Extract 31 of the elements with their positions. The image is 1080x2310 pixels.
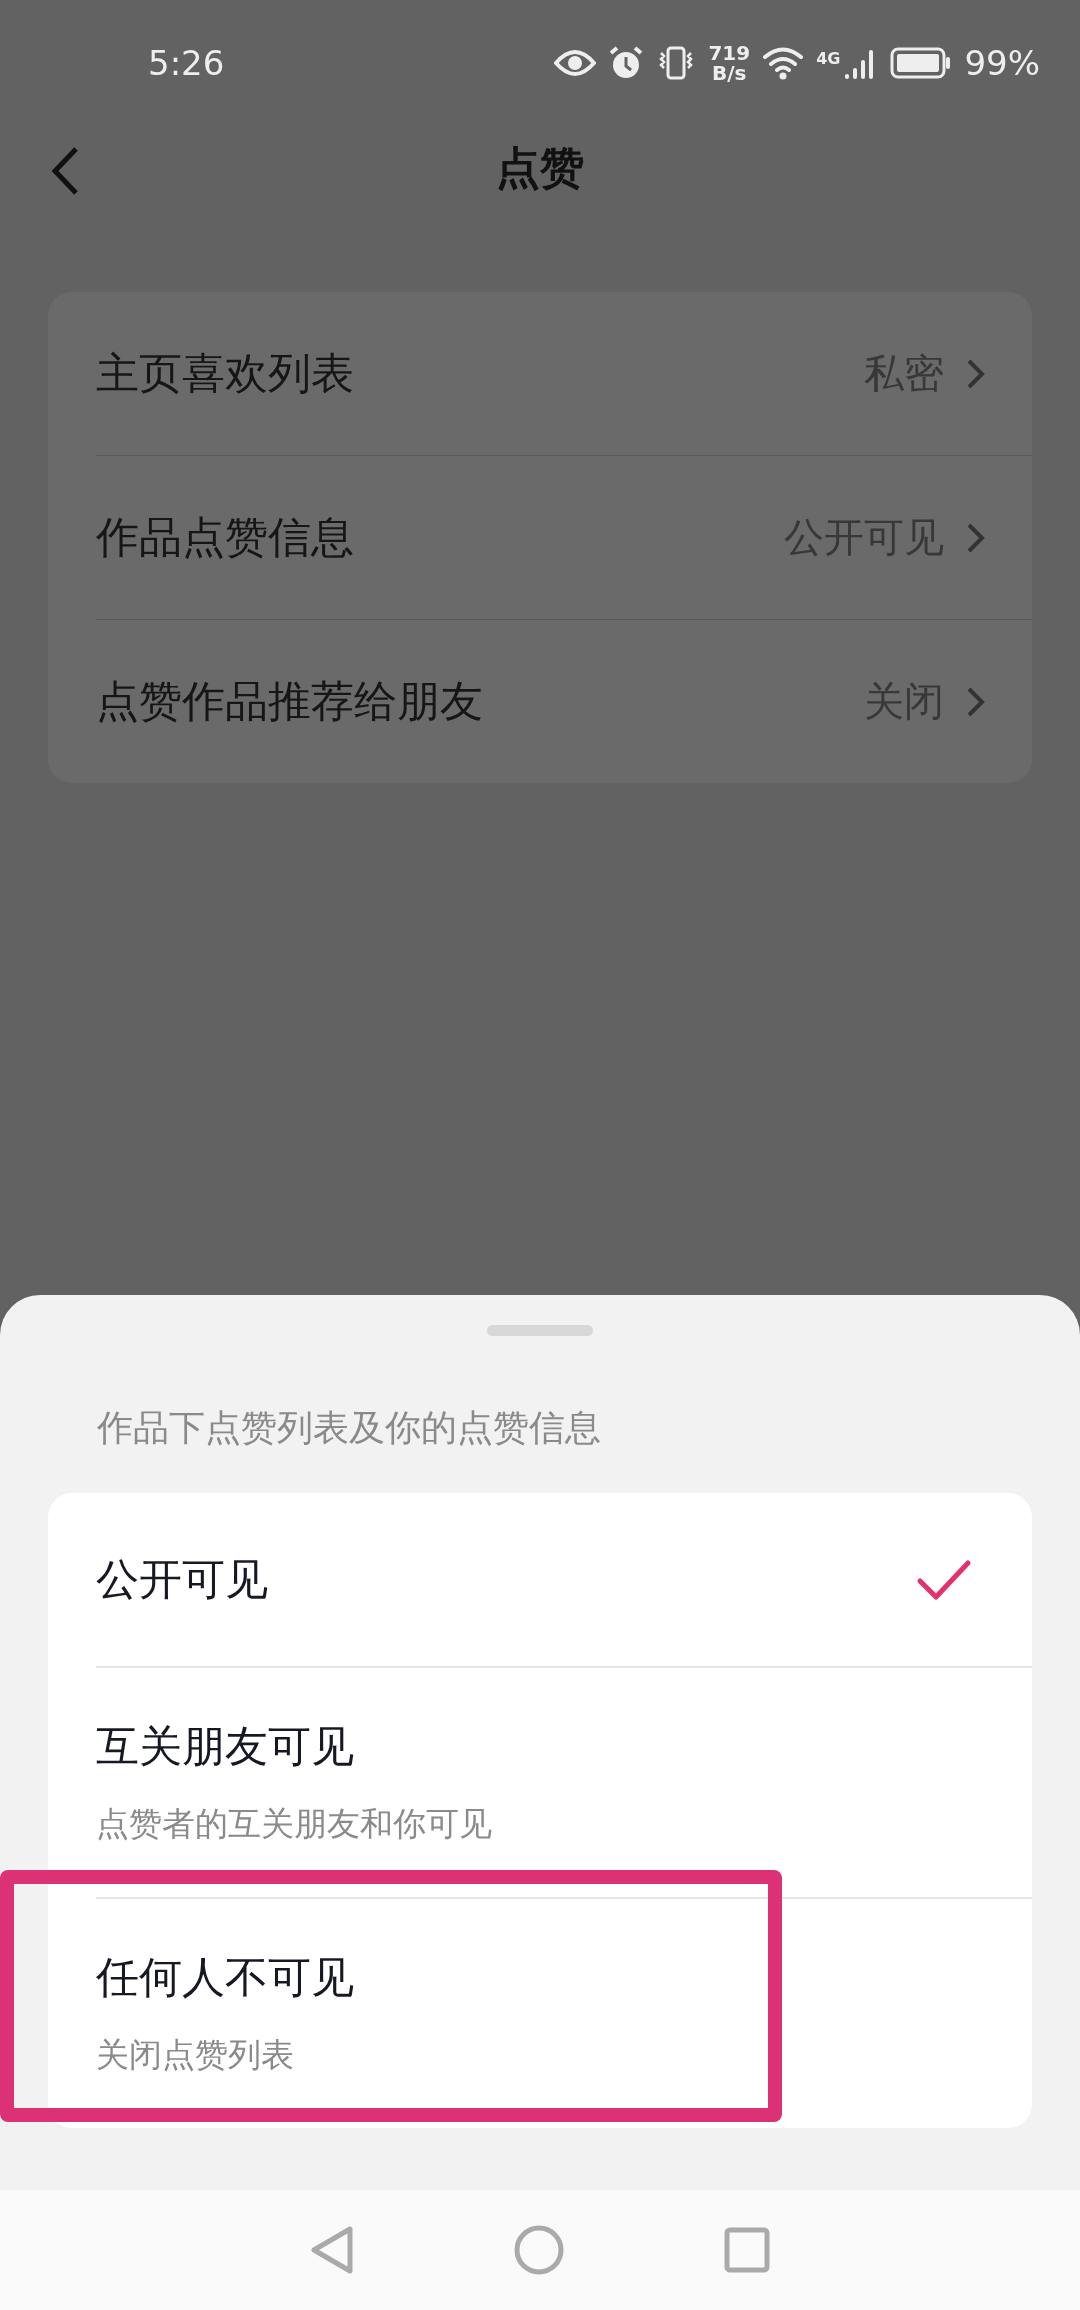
sheet-caption: 作品下点赞列表及你的点赞信息 — [97, 1406, 602, 1450]
home-icon[interactable] — [514, 2225, 564, 2275]
option-description: 点赞者的互关朋友和你可见 — [96, 1803, 493, 1845]
setting-label: 作品点赞信息 — [96, 510, 355, 564]
option-item[interactable]: 公开可见 — [96, 1493, 1032, 1666]
option-item[interactable]: 任何人不可见 关闭点赞列表 — [96, 1897, 1032, 2128]
eye-icon — [554, 49, 597, 77]
setting-label: 主页喜欢列表 — [96, 346, 355, 400]
back-nav-icon[interactable] — [310, 2225, 354, 2275]
net-speed: 719 — [708, 43, 751, 63]
option-description: 关闭点赞列表 — [96, 2034, 295, 2076]
battery-percent: 99% — [964, 43, 1040, 83]
recents-icon[interactable] — [724, 2227, 770, 2273]
alarm-icon — [608, 45, 645, 81]
chevron-icon — [966, 521, 986, 554]
option-label: 任何人不可见 — [96, 1951, 355, 2004]
option-label: 公开可见 — [96, 1552, 269, 1606]
check-icon — [916, 1558, 972, 1601]
page-title: 点赞 — [496, 140, 584, 195]
chevron-icon — [966, 357, 986, 390]
status-time: 5:26 — [148, 43, 226, 83]
option-item[interactable]: 互关朋友可见 点赞者的互关朋友和你可见 — [96, 1666, 1032, 1897]
wifi-icon — [762, 46, 805, 80]
back-icon[interactable] — [50, 146, 80, 196]
network-type: 4G — [816, 49, 841, 68]
net-speed-unit: B/s — [712, 63, 747, 83]
chevron-icon — [966, 685, 986, 718]
option-label: 互关朋友可见 — [96, 1720, 355, 1773]
battery-icon — [890, 46, 953, 80]
setting-label: 点赞作品推荐给朋友 — [96, 674, 484, 728]
drag-handle[interactable] — [487, 1325, 593, 1336]
